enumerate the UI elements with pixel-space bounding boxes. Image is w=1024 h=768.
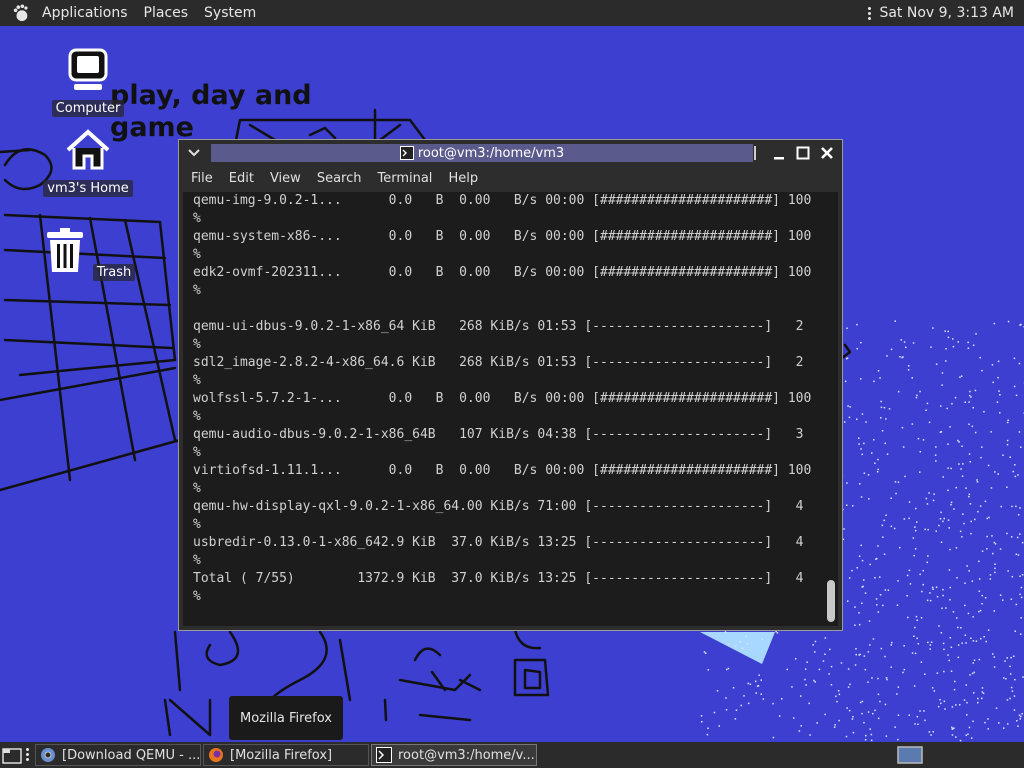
terminal-line: %: [193, 481, 201, 496]
terminal-line: Total ( 7/55) 1372.9 KiB 37.0 KiB/s 13:2…: [193, 571, 804, 586]
window-titlebar[interactable]: root@vm3:/home/vm3: [179, 140, 842, 166]
panel-right: Sat Nov 9, 3:13 AM: [868, 5, 1024, 21]
desktop-icon-label: Trash: [92, 264, 136, 281]
maximize-icon: [796, 146, 810, 160]
desktop-icon-label: Computer: [51, 100, 125, 117]
desktop-icon-home[interactable]: vm3's Home: [38, 126, 138, 197]
terminal-window: root@vm3:/home/vm3 File Edit View Search…: [178, 139, 843, 631]
close-icon: [821, 147, 833, 159]
terminal-line: %: [193, 553, 201, 568]
terminal-line: qemu-audio-dbus-9.0.2-1-x86_64B 107 KiB/…: [193, 427, 804, 442]
terminal-line: qemu-ui-dbus-9.0.2-1-x86_64 KiB 268 KiB/…: [193, 319, 804, 334]
terminal-line: virtiofsd-1.11.1... 0.0 B 0.00 B/s 00:00…: [193, 463, 812, 478]
desktop-icon-trash[interactable]: Trash: [38, 226, 138, 281]
task-mozilla-firefox[interactable]: [Mozilla Firefox]: [203, 744, 369, 766]
window-controls: [746, 143, 836, 163]
show-desktop-icon[interactable]: [2, 746, 22, 764]
terminal-line: %: [193, 283, 201, 298]
firefox-icon: [209, 748, 223, 762]
panel-kebab-icon[interactable]: [26, 748, 29, 761]
window-menu-button[interactable]: [179, 140, 209, 166]
terminal-line: %: [193, 211, 201, 226]
terminal-line: %: [193, 589, 201, 604]
menu-terminal[interactable]: Terminal: [369, 171, 440, 186]
menu-view[interactable]: View: [262, 171, 309, 186]
scrollbar[interactable]: [826, 192, 836, 626]
chevron-down-icon: [188, 149, 200, 157]
menu-search[interactable]: Search: [309, 171, 370, 186]
workspace-switcher-icon[interactable]: [897, 746, 923, 764]
menu-help[interactable]: Help: [440, 171, 486, 186]
terminal-lines: qemu-img-9.0.2-1... 0.0 B 0.00 B/s 00:00…: [193, 192, 811, 606]
terminal-line: edk2-ovmf-202311... 0.0 B 0.00 B/s 00:00…: [193, 265, 812, 280]
terminal-line: %: [193, 517, 201, 532]
desktop-icon-label: vm3's Home: [43, 180, 133, 197]
terminal-icon: [376, 747, 392, 763]
task-label: [Mozilla Firefox]: [230, 747, 333, 763]
menu-places[interactable]: Places: [136, 0, 197, 26]
scrollbar-thumb[interactable]: [827, 580, 835, 622]
panel-kebab-icon[interactable]: [868, 6, 872, 20]
terminal-line: qemu-hw-display-qxl-9.0.2-1-x86_64.00 Ki…: [193, 499, 804, 514]
terminal-line: %: [193, 373, 201, 388]
terminal-line: wolfssl-5.7.2-1-... 0.0 B 0.00 B/s 00:00…: [193, 391, 812, 406]
terminal-line: %: [193, 247, 201, 262]
menu-applications[interactable]: Applications: [34, 0, 136, 26]
clock[interactable]: Sat Nov 9, 3:13 AM: [879, 5, 1014, 21]
computer-icon: [68, 48, 108, 90]
close-button[interactable]: [818, 143, 836, 163]
maximize-button[interactable]: [794, 143, 812, 163]
menu-edit[interactable]: Edit: [221, 171, 262, 186]
gnome-foot-icon[interactable]: [12, 4, 30, 22]
task-terminal[interactable]: root@vm3:/home/v...: [371, 744, 537, 766]
desktop-icon-computer[interactable]: Computer: [38, 46, 138, 117]
terminal-line: usbredir-0.13.0-1-x86_642.9 KiB 37.0 KiB…: [193, 535, 804, 550]
terminal-line: sdl2_image-2.8.2-4-x86_64.6 KiB 268 KiB/…: [193, 355, 804, 370]
chromium-icon: [41, 748, 55, 762]
terminal-line: %: [193, 445, 201, 460]
terminal-line: qemu-img-9.0.2-1... 0.0 B 0.00 B/s 00:00…: [193, 193, 812, 208]
terminal-line: qemu-system-x86-... 0.0 B 0.00 B/s 00:00…: [193, 229, 812, 244]
terminal-output[interactable]: qemu-img-9.0.2-1... 0.0 B 0.00 B/s 00:00…: [183, 192, 838, 626]
taskbar-tooltip: Mozilla Firefox: [229, 696, 343, 740]
menu-file[interactable]: File: [183, 171, 221, 186]
terminal-line: %: [193, 409, 201, 424]
task-label: [Download QEMU - ...: [62, 747, 201, 763]
trash-icon: [46, 228, 83, 272]
menu-system[interactable]: System: [196, 0, 264, 26]
task-download-qemu[interactable]: [Download QEMU - ...: [35, 744, 201, 766]
minimize-icon: [774, 157, 784, 160]
wallpaper-text-1: play, day and: [110, 80, 312, 111]
main-menu: Applications Places System: [0, 0, 264, 26]
terminal-menubar: File Edit View Search Terminal Help: [179, 166, 842, 190]
top-panel: Applications Places System Sat Nov 9, 3:…: [0, 0, 1024, 26]
terminal-icon: [399, 146, 414, 160]
task-label: root@vm3:/home/v...: [398, 747, 535, 763]
home-folder-icon: [66, 129, 110, 170]
window-title-area[interactable]: root@vm3:/home/vm3: [211, 144, 753, 162]
terminal-line: %: [193, 337, 201, 352]
window-separator: [746, 143, 764, 163]
bottom-panel: [Download QEMU - ... [Mozilla Firefox] r…: [0, 742, 1024, 768]
window-title: root@vm3:/home/vm3: [417, 145, 565, 161]
minimize-button[interactable]: [770, 143, 788, 163]
